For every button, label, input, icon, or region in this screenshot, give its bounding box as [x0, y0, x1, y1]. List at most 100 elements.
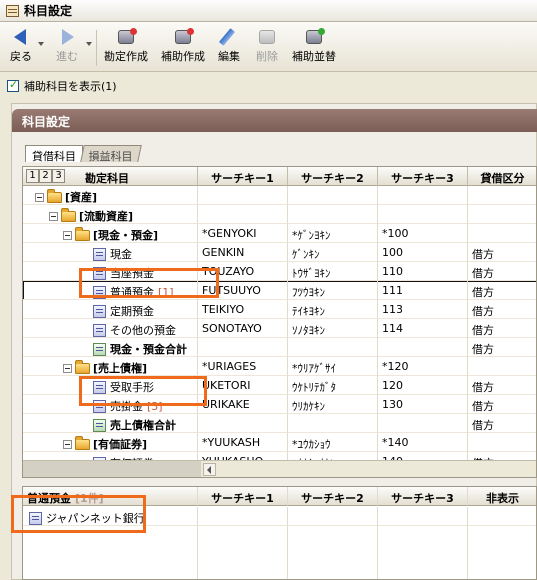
- dc-side-cell: 借方: [468, 262, 536, 281]
- sub-account-icon: [29, 511, 42, 525]
- account-name: [資産]: [65, 191, 98, 204]
- account-name: 売上債権合計: [110, 419, 176, 432]
- collapse-icon[interactable]: [63, 439, 72, 449]
- sub-table-row[interactable]: ジャパンネット銀行: [23, 507, 536, 526]
- collapse-icon[interactable]: [63, 363, 72, 373]
- account-name-cell: [流動資産]: [23, 205, 198, 224]
- column-header-account[interactable]: 1 2 3 勘定科目: [23, 167, 198, 186]
- create-sub-account-icon: [172, 28, 194, 46]
- tab-profit-loss[interactable]: 損益科目: [80, 145, 142, 163]
- sub-grid-title-cell[interactable]: 普通預金 [1件]: [23, 487, 198, 506]
- account-name-cell: [売上債権]: [23, 357, 198, 376]
- horizontal-scrollbar[interactable]: [23, 460, 536, 477]
- empty-cell: [468, 526, 536, 579]
- sub-column-header-searchkey3[interactable]: サーチキー3: [378, 487, 468, 506]
- level-2-button[interactable]: 2: [39, 169, 52, 183]
- column-header-account-label: 勘定科目: [85, 172, 129, 185]
- window-title: 科目設定: [24, 4, 73, 18]
- delete-icon: [256, 28, 278, 46]
- table-row[interactable]: [有価証券] *YUUKASH *ﾕｳｶｼｮｳ *140: [23, 433, 536, 452]
- account-name: 受取手形: [110, 381, 154, 394]
- searchkey1-cell: [198, 414, 288, 433]
- searchkey3-cell: [378, 414, 468, 433]
- table-row-selected[interactable]: 普通預金 [1] FUTSUUYO ﾌﾂｳﾖｷﾝ 111 借方: [23, 281, 536, 300]
- account-icon: [93, 380, 106, 394]
- column-header-searchkey2[interactable]: サーチキー2: [288, 167, 378, 186]
- show-sub-accounts-checkbox[interactable]: [7, 78, 19, 92]
- folder-icon: [75, 359, 90, 374]
- total-account-icon: [93, 418, 106, 432]
- table-row[interactable]: その他の預金 SONOTAYO ｿﾉﾀﾖｷﾝ 114 借方: [23, 319, 536, 338]
- searchkey1-cell: [198, 205, 288, 224]
- table-row[interactable]: [資産]: [23, 186, 536, 205]
- searchkey3-cell: 100: [378, 243, 468, 262]
- table-row[interactable]: 現金 GENKIN ｹﾞﾝｷﾝ 100 借方: [23, 243, 536, 262]
- searchkey1-cell: URIKAKE: [198, 395, 288, 414]
- searchkey2-cell: ﾌﾂｳﾖｷﾝ: [288, 281, 378, 300]
- tab-balance-sheet[interactable]: 貸借科目: [25, 145, 83, 163]
- sub-column-header-searchkey2[interactable]: サーチキー2: [288, 487, 378, 506]
- collapse-icon[interactable]: [35, 192, 44, 202]
- searchkey3-cell: *100: [378, 224, 468, 243]
- account-name-cell: 売上債権合計: [23, 414, 198, 433]
- table-row[interactable]: [現金・預金] *GENYOKI *ｹﾞﾝﾖｷﾝ *100: [23, 224, 536, 243]
- table-row[interactable]: 当座預金 TOUZAYO ﾄｳｻﾞﾖｷﾝ 110 借方: [23, 262, 536, 281]
- create-sub-account-button[interactable]: 補助作成: [157, 28, 209, 68]
- dc-side-cell: 借方: [468, 376, 536, 395]
- searchkey1-cell: UKETORI: [198, 376, 288, 395]
- searchkey3-cell: *120: [378, 357, 468, 376]
- back-button[interactable]: 戻る: [6, 28, 36, 68]
- searchkey1-cell: SONOTAYO: [198, 319, 288, 338]
- account-icon: [93, 399, 106, 413]
- table-row[interactable]: 定期預金 TEIKIYO ﾃｲｷﾖｷﾝ 113 借方: [23, 300, 536, 319]
- sub-column-header-hidden[interactable]: 非表示: [468, 487, 536, 506]
- create-account-button[interactable]: 勘定作成: [100, 28, 152, 68]
- table-row[interactable]: 現金・預金合計 借方: [23, 338, 536, 357]
- edit-button[interactable]: 編集: [214, 28, 244, 68]
- level-1-button[interactable]: 1: [26, 169, 39, 183]
- column-header-dc-side[interactable]: 貸借区分: [468, 167, 536, 186]
- searchkey2-cell: ﾃｲｷﾖｷﾝ: [288, 300, 378, 319]
- collapse-icon[interactable]: [49, 211, 58, 221]
- delete-button[interactable]: 削除: [252, 28, 282, 68]
- account-name: 当座預金: [110, 267, 154, 280]
- accounts-grid: 1 2 3 勘定科目 サーチキー1 サーチキー2 サーチキー3 貸借区分 [資産…: [22, 166, 537, 478]
- folder-icon: [61, 207, 76, 222]
- forward-label: 進む: [56, 50, 78, 63]
- sub-column-header-searchkey1[interactable]: サーチキー1: [198, 487, 288, 506]
- scroll-left-arrow-icon[interactable]: [203, 463, 216, 476]
- show-sub-accounts-checkbox-row[interactable]: 補助科目を表示(1): [0, 73, 537, 99]
- collapse-icon[interactable]: [63, 230, 72, 240]
- forward-button[interactable]: 進む: [52, 28, 82, 68]
- account-name-cell: 定期預金: [23, 300, 198, 319]
- account-name: 普通預金: [110, 286, 154, 299]
- level-3-button[interactable]: 3: [52, 169, 65, 183]
- back-dropdown-caret-icon[interactable]: [38, 42, 44, 46]
- account-name-cell: 現金: [23, 243, 198, 262]
- table-row[interactable]: 売上債権合計 借方: [23, 414, 536, 433]
- dc-side-cell: 借方: [468, 281, 536, 300]
- window-titlebar: 科目設定: [0, 0, 537, 22]
- sub-searchkey3-cell: [378, 507, 468, 526]
- empty-cell: [198, 526, 288, 579]
- searchkey3-cell: 110: [378, 262, 468, 281]
- forward-dropdown-caret-icon[interactable]: [86, 42, 92, 46]
- column-header-searchkey3[interactable]: サーチキー3: [378, 167, 468, 186]
- toolbar-separator: [96, 30, 97, 66]
- delete-label: 削除: [256, 50, 278, 63]
- searchkey1-cell: TEIKIYO: [198, 300, 288, 319]
- table-row[interactable]: [流動資産]: [23, 205, 536, 224]
- account-name-cell: [有価証券]: [23, 433, 198, 452]
- table-row[interactable]: [売上債権] *URIAGES *ｳﾘｱｹﾞｻｲ *120: [23, 357, 536, 376]
- sort-sub-account-button[interactable]: 補助並替: [288, 28, 340, 68]
- table-row[interactable]: 売掛金 [3] URIKAKE ｳﾘｶｹｷﾝ 130 借方: [23, 395, 536, 414]
- dc-side-cell: 借方: [468, 395, 536, 414]
- dc-side-cell: 借方: [468, 300, 536, 319]
- table-row[interactable]: 受取手形 UKETORI ｳｹﾄﾘﾃｶﾞﾀ 120 借方: [23, 376, 536, 395]
- dc-side-cell: [468, 224, 536, 243]
- grid-header-row: 1 2 3 勘定科目 サーチキー1 サーチキー2 サーチキー3 貸借区分: [23, 167, 536, 186]
- folder-icon: [75, 226, 90, 241]
- forward-arrow-icon: [56, 28, 78, 46]
- sub-grid-title: 普通預金: [27, 492, 71, 505]
- column-header-searchkey1[interactable]: サーチキー1: [198, 167, 288, 186]
